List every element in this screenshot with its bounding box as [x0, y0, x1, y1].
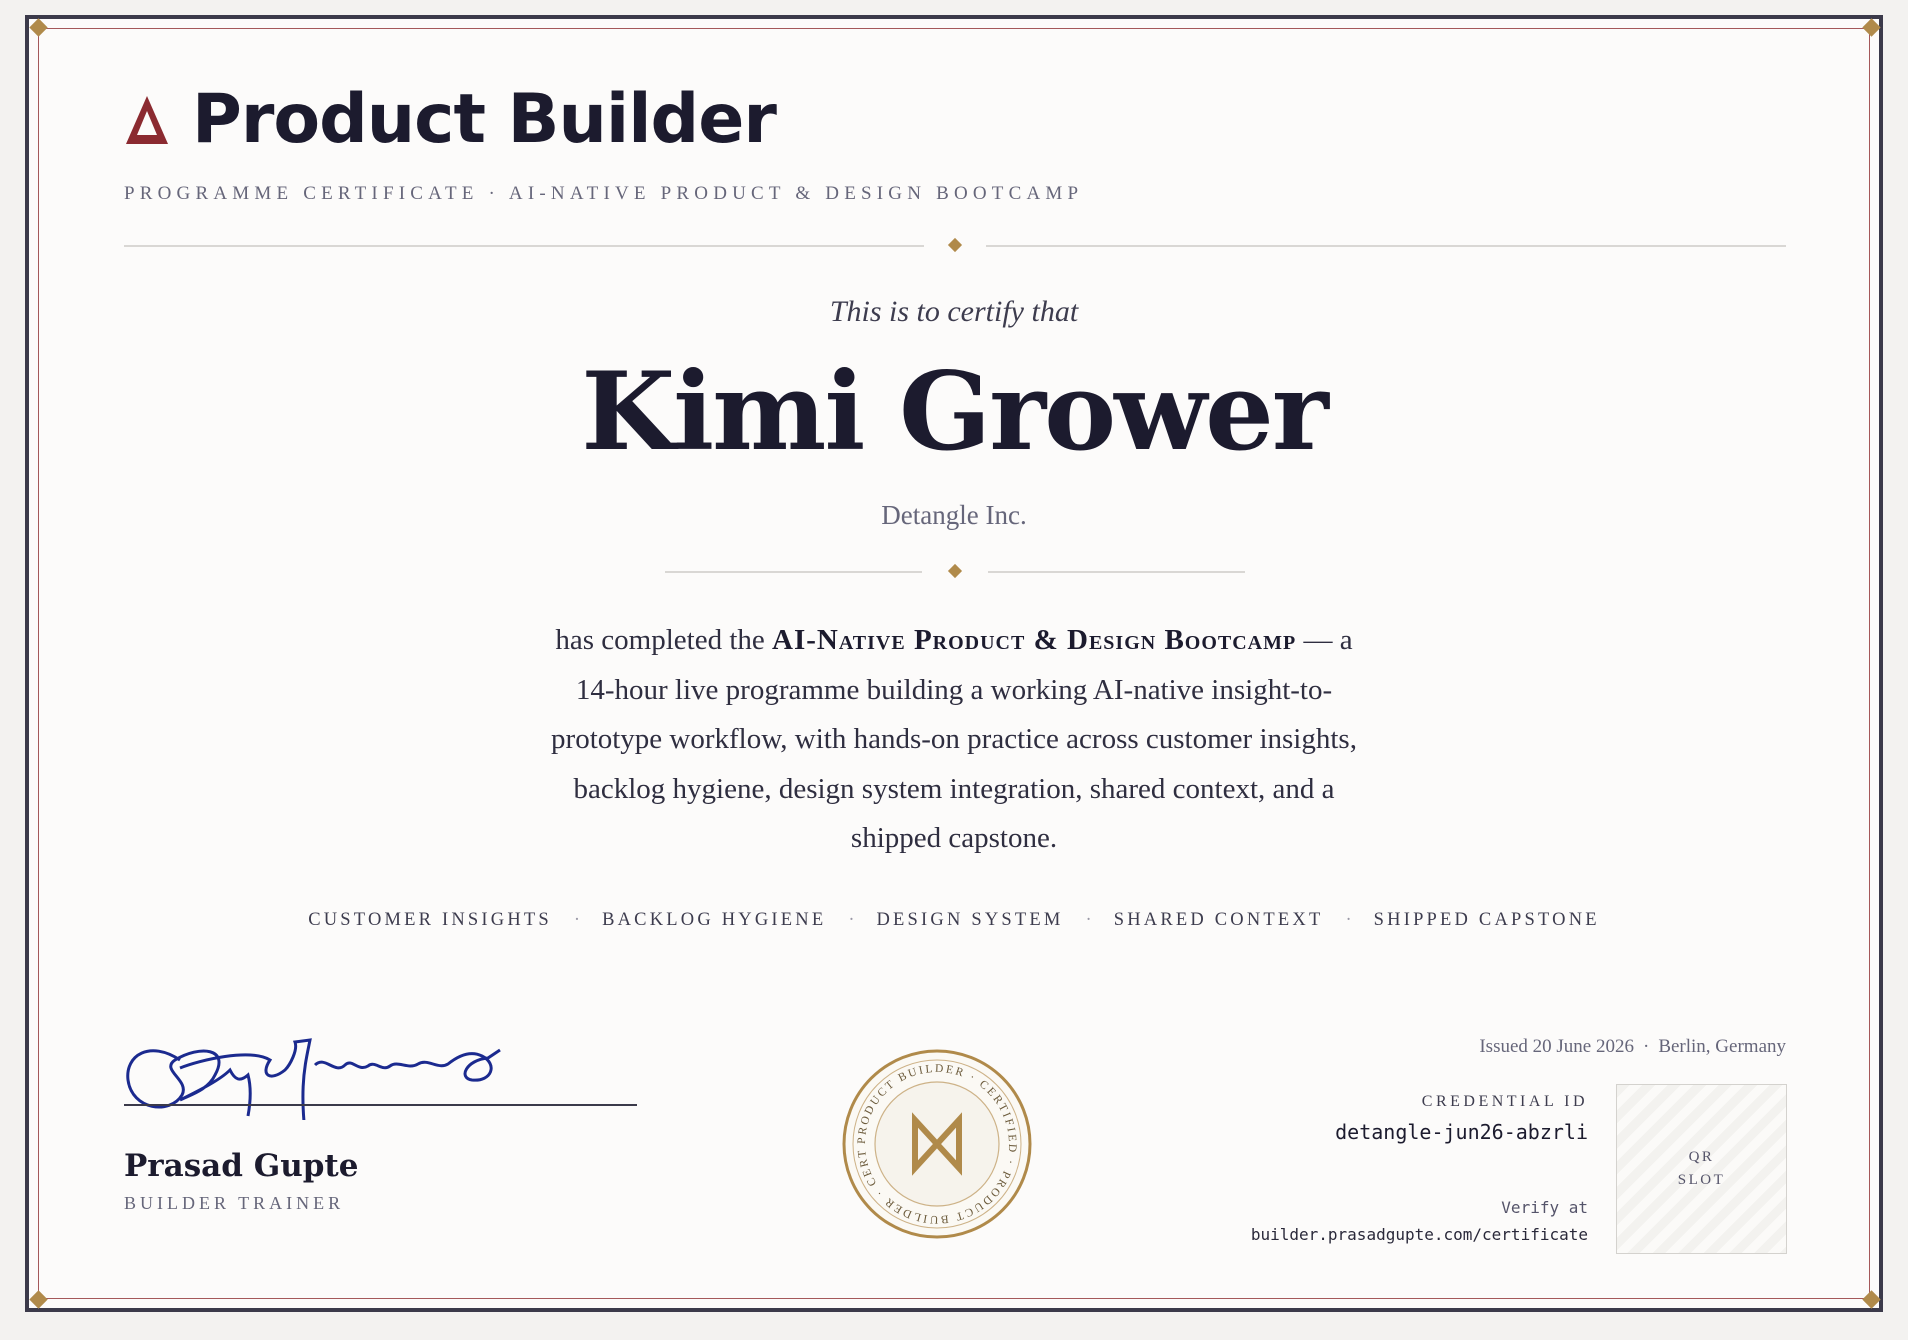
recipient-organization: Detangle Inc.	[881, 500, 1027, 530]
programme-name: AI-Native Product & Design Bootcamp	[772, 624, 1297, 656]
qr-label: QR	[1688, 1149, 1715, 1165]
recipient-name: Kimi Grower	[581, 349, 1329, 475]
mid-divider-right	[988, 571, 1245, 573]
delta-logo-icon	[126, 95, 168, 144]
credential-id: detangle-jun26-abzrli	[1335, 1120, 1588, 1144]
certify-statement: This is to certify that	[829, 295, 1079, 328]
brand-header: Product Builder	[124, 80, 777, 159]
skill-separator: ·	[1085, 910, 1092, 930]
verify-label: Verify at	[1501, 1198, 1588, 1217]
verify-url[interactable]: builder.prasadgupte.com/certificate	[1251, 1225, 1588, 1244]
skill-separator: ·	[848, 910, 855, 930]
completion-prefix: has completed the	[555, 624, 773, 656]
brand-name: Product Builder	[192, 80, 777, 159]
signature-line	[124, 1104, 637, 1106]
skill-tag: SHARED CONTEXT	[1113, 910, 1324, 930]
programme-description: — a 14-hour live programme building a wo…	[551, 624, 1357, 854]
completion-statement: has completed the AI-Native Product & De…	[540, 616, 1368, 864]
certificate-subtitle: PROGRAMME CERTIFICATE · AI-NATIVE PRODUC…	[124, 183, 1084, 204]
credential-label: CREDENTIAL ID	[1421, 1093, 1588, 1110]
signatory-role: BUILDER TRAINER	[124, 1193, 345, 1213]
qr-label: SLOT	[1677, 1172, 1726, 1188]
skill-tag: CUSTOMER INSIGHTS	[308, 910, 552, 930]
certification-seal-icon: PRODUCT BUILDER · CERTIFIED · PRODUCT BU…	[841, 1048, 1032, 1239]
skill-separator: ·	[573, 910, 581, 930]
issue-separator: ·	[1642, 1036, 1650, 1057]
top-divider-right	[986, 245, 1786, 247]
mid-divider-left	[665, 571, 922, 573]
top-divider-left	[124, 245, 924, 247]
skill-tag: BACKLOG HYGIENE	[602, 910, 827, 930]
qr-code-placeholder: QR SLOT	[1616, 1084, 1787, 1254]
signatory-name: Prasad Gupte	[124, 1148, 359, 1184]
issue-info: Issued 20 June 2026 · Berlin, Germany	[1479, 1036, 1786, 1058]
skill-tag: DESIGN SYSTEM	[876, 910, 1064, 930]
skill-separator: ·	[1345, 910, 1352, 930]
skills-list: CUSTOMER INSIGHTS · BACKLOG HYGIENE · DE…	[0, 910, 1908, 931]
skill-tag: SHIPPED CAPSTONE	[1373, 910, 1600, 930]
issue-date: Issued 20 June 2026	[1479, 1036, 1634, 1057]
issue-location: Berlin, Germany	[1658, 1036, 1786, 1057]
